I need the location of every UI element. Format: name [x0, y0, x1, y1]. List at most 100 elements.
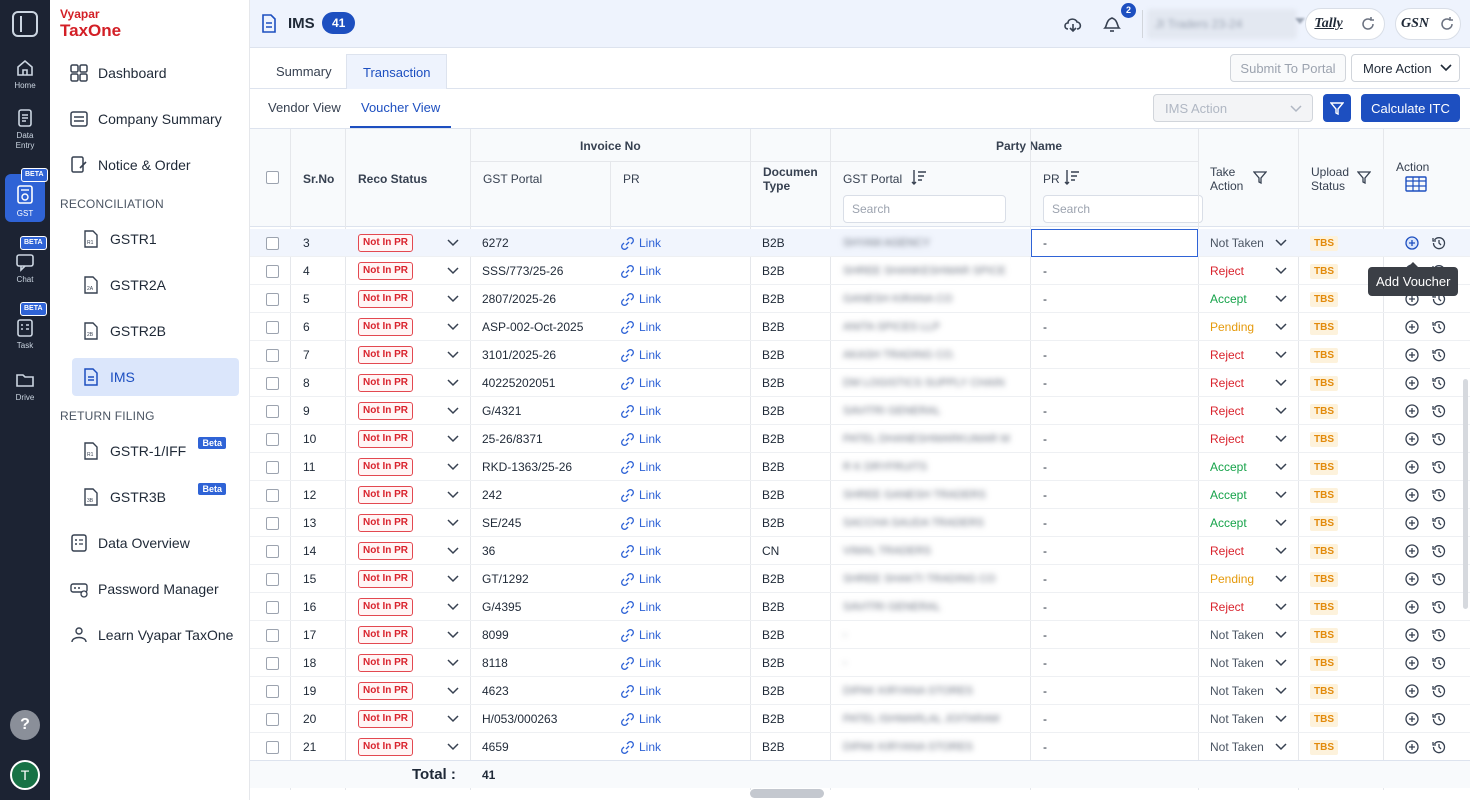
- rail-item-gst[interactable]: BETA GST: [5, 168, 48, 222]
- sidebar-item-dashboard[interactable]: Dashboard: [68, 55, 240, 91]
- link-icon[interactable]: [621, 489, 634, 502]
- history-icon[interactable]: [1432, 544, 1446, 558]
- add-voucher-icon[interactable]: [1405, 460, 1419, 474]
- tally-refresh-icon[interactable]: [1360, 16, 1376, 32]
- table-row[interactable]: 21 Not In PR 4659 Link B2B DIPAK KIRYANA STOR…: [250, 733, 1470, 761]
- sidebar-item-company-summary[interactable]: Company Summary: [68, 101, 240, 137]
- link-icon[interactable]: [621, 349, 634, 362]
- reco-chevron-down-icon[interactable]: [447, 267, 459, 275]
- cell-take-action[interactable]: Pending: [1210, 313, 1254, 341]
- row-checkbox[interactable]: [266, 741, 279, 754]
- take-action-chevron-down-icon[interactable]: [1275, 687, 1287, 695]
- reco-chevron-down-icon[interactable]: [447, 351, 459, 359]
- add-voucher-icon[interactable]: [1405, 572, 1419, 586]
- history-icon[interactable]: [1432, 600, 1446, 614]
- reco-chevron-down-icon[interactable]: [447, 239, 459, 247]
- history-icon[interactable]: [1432, 656, 1446, 670]
- cell-take-action[interactable]: Not Taken: [1210, 677, 1264, 705]
- link-icon[interactable]: [621, 685, 634, 698]
- sidebar-item-gstr1-iff[interactable]: R1 GSTR-1/IFF Beta: [80, 433, 240, 469]
- cell-take-action[interactable]: Not Taken: [1210, 621, 1264, 649]
- table-row[interactable]: 15 Not In PR GT/1292 Link B2B SHREE SHAKTI TR…: [250, 565, 1470, 593]
- cell-take-action[interactable]: Reject: [1210, 537, 1244, 565]
- rail-item-data-entry[interactable]: Data Entry: [4, 108, 46, 156]
- party-pr-search-input[interactable]: Search: [1043, 195, 1203, 223]
- cell-invoice-pr-link[interactable]: Link: [639, 453, 661, 481]
- row-checkbox[interactable]: [266, 713, 279, 726]
- link-icon[interactable]: [621, 517, 634, 530]
- table-row[interactable]: 6 Not In PR ASP-002-Oct-2025 Link B2B ANITA S…: [250, 313, 1470, 341]
- row-checkbox[interactable]: [266, 545, 279, 558]
- take-action-chevron-down-icon[interactable]: [1275, 295, 1287, 303]
- row-checkbox[interactable]: [266, 349, 279, 362]
- take-action-chevron-down-icon[interactable]: [1275, 659, 1287, 667]
- history-icon[interactable]: [1432, 516, 1446, 530]
- cell-take-action[interactable]: Accept: [1210, 509, 1247, 537]
- link-icon[interactable]: [621, 573, 634, 586]
- table-row[interactable]: 12 Not In PR 242 Link B2B SHREE GANESH TRADER…: [250, 481, 1470, 509]
- tab-voucher-view[interactable]: Voucher View: [350, 89, 452, 128]
- row-checkbox[interactable]: [266, 461, 279, 474]
- party-gst-search-input[interactable]: Search: [843, 195, 1006, 223]
- more-action-button[interactable]: More Action: [1351, 54, 1460, 82]
- col-party-gst-portal[interactable]: GST Portal: [843, 172, 902, 186]
- link-icon[interactable]: [621, 237, 634, 250]
- cell-invoice-pr-link[interactable]: Link: [639, 537, 661, 565]
- history-icon[interactable]: [1432, 348, 1446, 362]
- filter-button[interactable]: [1323, 94, 1351, 122]
- take-action-chevron-down-icon[interactable]: [1275, 743, 1287, 751]
- take-action-chevron-down-icon[interactable]: [1275, 463, 1287, 471]
- cell-invoice-pr-link[interactable]: Link: [639, 285, 661, 313]
- notification-bell-icon[interactable]: [1101, 13, 1123, 35]
- cell-take-action[interactable]: Reject: [1210, 593, 1244, 621]
- history-icon[interactable]: [1432, 488, 1446, 502]
- cell-take-action[interactable]: Not Taken: [1210, 649, 1264, 677]
- add-voucher-icon[interactable]: [1405, 488, 1419, 502]
- sidebar-item-gstr2a[interactable]: 2A GSTR2A: [80, 267, 240, 303]
- cell-invoice-pr-link[interactable]: Link: [639, 257, 661, 285]
- tab-transaction[interactable]: Transaction: [346, 54, 448, 89]
- table-row[interactable]: 18 Not In PR 8118 Link B2B - - Not Taken TBS: [250, 649, 1470, 677]
- cell-invoice-pr-link[interactable]: Link: [639, 341, 661, 369]
- cell-invoice-pr-link[interactable]: Link: [639, 313, 661, 341]
- take-action-chevron-down-icon[interactable]: [1275, 715, 1287, 723]
- table-row[interactable]: 8 Not In PR 40225202051 Link B2B DM LOGISTICS…: [250, 369, 1470, 397]
- sidebar-item-gstr1[interactable]: R1 GSTR1: [80, 221, 240, 257]
- take-action-chevron-down-icon[interactable]: [1275, 267, 1287, 275]
- cell-invoice-pr-link[interactable]: Link: [639, 565, 661, 593]
- history-icon[interactable]: [1432, 684, 1446, 698]
- sidebar-item-gstr3b[interactable]: 3B GSTR3B Beta: [80, 479, 240, 515]
- reco-chevron-down-icon[interactable]: [447, 743, 459, 751]
- link-icon[interactable]: [621, 293, 634, 306]
- take-action-chevron-down-icon[interactable]: [1275, 631, 1287, 639]
- select-all-checkbox[interactable]: [266, 171, 279, 184]
- col-reco-status[interactable]: Reco Status: [358, 172, 427, 186]
- take-action-chevron-down-icon[interactable]: [1275, 239, 1287, 247]
- take-action-chevron-down-icon[interactable]: [1275, 407, 1287, 415]
- cell-take-action[interactable]: Pending: [1210, 565, 1254, 593]
- history-icon[interactable]: [1432, 376, 1446, 390]
- col-invoice-pr[interactable]: PR: [623, 172, 640, 186]
- submit-to-portal-button[interactable]: Submit To Portal: [1230, 54, 1346, 82]
- cell-invoice-pr-link[interactable]: Link: [639, 649, 661, 677]
- take-action-chevron-down-icon[interactable]: [1275, 603, 1287, 611]
- tab-summary[interactable]: Summary: [260, 54, 348, 89]
- sidebar-item-gstr2b[interactable]: 2B GSTR2B: [80, 313, 240, 349]
- add-voucher-icon[interactable]: [1405, 740, 1419, 754]
- row-checkbox[interactable]: [266, 601, 279, 614]
- link-icon[interactable]: [621, 433, 634, 446]
- add-voucher-table-icon[interactable]: [1405, 176, 1427, 192]
- reco-chevron-down-icon[interactable]: [447, 407, 459, 415]
- add-voucher-icon[interactable]: [1405, 628, 1419, 642]
- gsn-sync-pill[interactable]: GSN: [1395, 8, 1461, 40]
- cell-invoice-pr-link[interactable]: Link: [639, 369, 661, 397]
- take-action-chevron-down-icon[interactable]: [1275, 519, 1287, 527]
- sort-icon[interactable]: [1064, 169, 1080, 185]
- row-checkbox[interactable]: [266, 629, 279, 642]
- reco-chevron-down-icon[interactable]: [447, 435, 459, 443]
- rail-item-task[interactable]: BETA Task: [4, 302, 47, 356]
- row-checkbox[interactable]: [266, 685, 279, 698]
- take-action-chevron-down-icon[interactable]: [1275, 547, 1287, 555]
- table-row[interactable]: 7 Not In PR 3101/2025-26 Link B2B AKASH TRADI…: [250, 341, 1470, 369]
- history-icon[interactable]: [1432, 572, 1446, 586]
